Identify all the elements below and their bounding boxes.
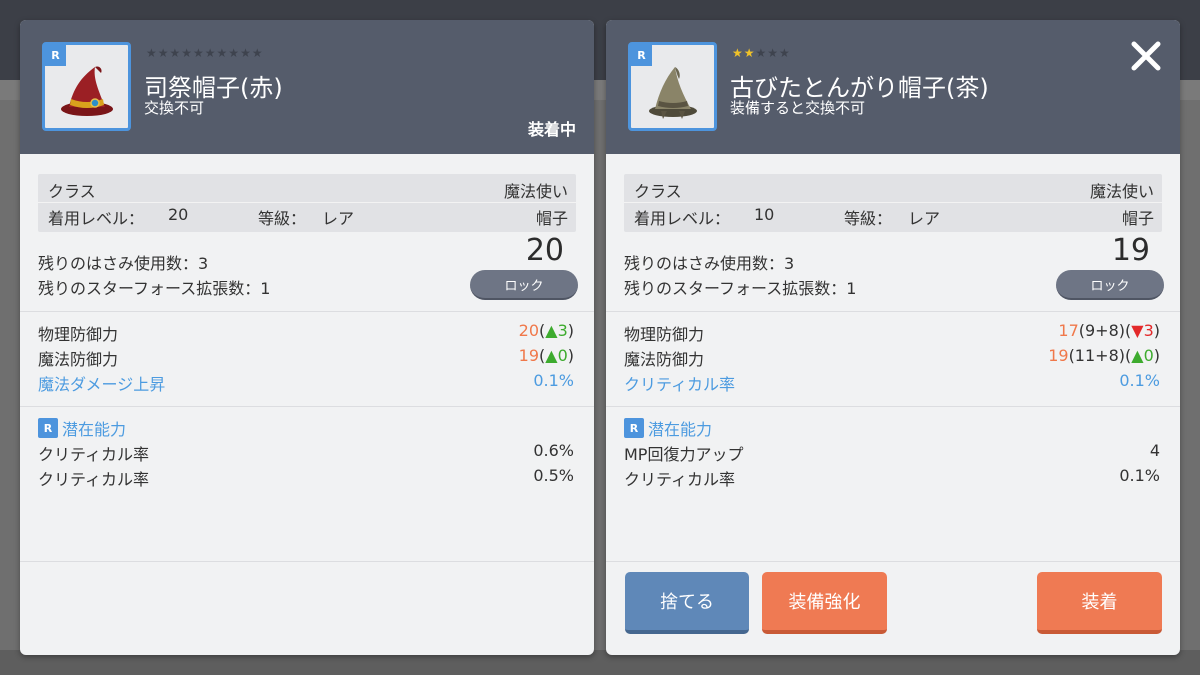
stat-label: 魔法防御力 [624, 350, 705, 369]
type-value: 帽子 [535, 209, 568, 228]
stat-value: 0.1% [1119, 371, 1160, 390]
level-value: 10 [754, 205, 775, 224]
equipped-label: 装着中 [527, 120, 576, 139]
class-label: クラス [634, 182, 682, 201]
divider [606, 311, 1180, 312]
star-icons: ★★★★★★★★★★ [146, 46, 264, 60]
upgrade-number: 20 [525, 233, 564, 268]
stat-number: 17 [1058, 321, 1079, 340]
item-header: R ★★★★★ 古びたとんがり帽子(茶) 装備すると交換不可 [606, 20, 1180, 154]
enhance-button[interactable]: 装備強化 [762, 572, 887, 634]
stat-label: 魔法ダメージ上昇 [38, 375, 166, 394]
divider [38, 202, 576, 203]
grade-value: レア [908, 209, 941, 228]
equip-button[interactable]: 装着 [1037, 572, 1162, 634]
up-arrow-icon: ▲ [545, 321, 558, 340]
level-label: 着用レベル： [634, 209, 731, 228]
upgrade-number: 19 [1111, 233, 1150, 268]
grade-label: 等級： [844, 209, 893, 228]
class-value: 魔法使い [1089, 182, 1154, 201]
potential-rank-badge: R [624, 418, 644, 438]
star-rating: ★★★★★ [732, 46, 791, 60]
close-icon[interactable] [1128, 38, 1164, 74]
down-arrow-icon: ▼ [1131, 321, 1144, 340]
equipped-item-panel: R ★★★★★★★★★★ 司祭帽子(赤) 交換不可 装着中 クラス 魔法使い 着… [20, 20, 594, 655]
potential-value: 0.5% [533, 466, 574, 485]
star-icons-filled: ★★ [732, 46, 756, 60]
stat-delta: 0 [1143, 346, 1154, 365]
stat-label: 物理防御力 [38, 325, 119, 344]
stat-value: 0.1% [533, 371, 574, 390]
lock-button[interactable]: ロック [470, 270, 578, 300]
potential-rank-badge: R [38, 418, 58, 438]
level-label: 着用レベル： [48, 209, 145, 228]
brown-pointy-hat-icon [649, 67, 697, 119]
compare-item-panel: R ★★★★★ 古びたとんがり帽子(茶) 装備すると交換不可 クラス 魔法使い … [606, 20, 1180, 655]
stat-number: 19 [518, 346, 539, 365]
stat-delta: 3 [557, 321, 568, 340]
stat-label: 物理防御力 [624, 325, 705, 344]
stat-label: クリティカル率 [624, 375, 736, 394]
potential-label: MP回復力アップ [624, 445, 744, 464]
class-value: 魔法使い [503, 182, 568, 201]
item-header: R ★★★★★★★★★★ 司祭帽子(赤) 交換不可 装着中 [20, 20, 594, 154]
divider [606, 561, 1180, 562]
trade-note: 装備すると交換不可 [730, 99, 866, 117]
divider [20, 406, 594, 407]
potential-label: クリティカル率 [38, 445, 150, 464]
grade-label: 等級： [258, 209, 307, 228]
stat-value: 19(11+8)(▲0) [1048, 346, 1160, 365]
stat-delta: 0 [557, 346, 568, 365]
stat-number: 19 [1048, 346, 1069, 365]
potential-title: 潜在能力 [648, 420, 713, 439]
red-wizard-hat-icon [61, 66, 113, 116]
potential-value: 0.1% [1119, 466, 1160, 485]
up-arrow-icon: ▲ [545, 346, 558, 365]
stat-number: 20 [518, 321, 539, 340]
stat-delta: 3 [1143, 321, 1154, 340]
divider [20, 311, 594, 312]
starforce-count: 残りのスターフォース拡張数：1 [624, 279, 857, 298]
discard-button[interactable]: 捨てる [625, 572, 749, 634]
item-icon-frame: R [42, 42, 131, 131]
grade-value: レア [322, 209, 355, 228]
starforce-count: 残りのスターフォース拡張数：1 [38, 279, 271, 298]
potential-label: クリティカル率 [38, 470, 150, 489]
divider [624, 202, 1162, 203]
scissors-count: 残りのはさみ使用数：3 [624, 254, 795, 273]
star-rating: ★★★★★★★★★★ [146, 46, 264, 60]
item-info-box: クラス 魔法使い 着用レベル： 10 等級： レア 帽子 [624, 174, 1162, 232]
potential-value: 4 [1149, 441, 1160, 460]
potential-label: クリティカル率 [624, 470, 736, 489]
class-label: クラス [48, 182, 96, 201]
paren: ) [567, 321, 574, 340]
trade-note: 交換不可 [144, 99, 205, 117]
lock-button[interactable]: ロック [1056, 270, 1164, 300]
paren: ) [1153, 346, 1160, 365]
stat-value: 17(9+8)(▼3) [1058, 321, 1160, 340]
stat-label: 魔法防御力 [38, 350, 119, 369]
stat-value: 20(▲3) [519, 321, 574, 340]
divider [20, 561, 594, 562]
item-icon-frame: R [628, 42, 717, 131]
stat-value: 19(▲0) [519, 346, 574, 365]
potential-value: 0.6% [533, 441, 574, 460]
potential-title: 潜在能力 [62, 420, 127, 439]
paren: ) [1153, 321, 1160, 340]
stat-breakdown: (11+8) [1068, 346, 1125, 365]
star-icons-empty: ★★★ [755, 46, 791, 60]
stat-breakdown: (9+8) [1078, 321, 1125, 340]
level-value: 20 [168, 205, 189, 224]
paren: ) [567, 346, 574, 365]
scissors-count: 残りのはさみ使用数：3 [38, 254, 209, 273]
divider [606, 406, 1180, 407]
item-info-box: クラス 魔法使い 着用レベル： 20 等級： レア 帽子 [38, 174, 576, 232]
type-value: 帽子 [1121, 209, 1154, 228]
up-arrow-icon: ▲ [1131, 346, 1144, 365]
